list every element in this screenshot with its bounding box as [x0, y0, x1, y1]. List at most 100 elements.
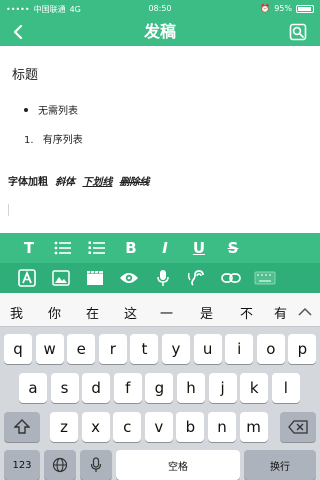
text-cursor	[8, 204, 9, 216]
candidate-char[interactable]: 你	[48, 303, 61, 322]
audio-icon	[188, 270, 204, 286]
key-p[interactable]: p	[288, 334, 317, 364]
system-keyboard: 我 你 在 这 一 是 不 有 q w e r t y u i o p a s d f g h j k l z x c v b n m 123 空格…	[0, 293, 320, 480]
candidate-char[interactable]: 一	[160, 303, 173, 322]
key-q[interactable]: q	[4, 334, 32, 364]
underline-icon: U	[192, 239, 206, 257]
key-i[interactable]: i	[225, 334, 254, 364]
key-y[interactable]: y	[162, 334, 190, 364]
battery-percent: 95%	[274, 4, 292, 13]
hide-keyboard-button[interactable]	[248, 263, 282, 293]
preview-button[interactable]	[288, 22, 308, 42]
font-button[interactable]	[10, 263, 44, 293]
image-icon	[52, 270, 70, 286]
key-h[interactable]: h	[177, 373, 205, 403]
keyboard-icon	[254, 271, 276, 285]
status-bar: ••••• 中国联通 4G 08:50 ⏰ 95%	[0, 0, 320, 18]
shift-icon	[14, 419, 30, 434]
unordered-list-button[interactable]	[46, 233, 80, 263]
strikethrough-icon: S	[227, 239, 239, 257]
space-key[interactable]: 空格	[116, 450, 240, 480]
backspace-icon	[288, 420, 308, 434]
key-z[interactable]: z	[50, 412, 78, 442]
audio-button[interactable]	[180, 263, 214, 293]
delete-key[interactable]	[280, 412, 316, 442]
unordered-list-icon	[54, 241, 71, 255]
key-u[interactable]: u	[193, 334, 222, 364]
globe-key[interactable]	[44, 450, 76, 480]
video-button[interactable]	[78, 263, 112, 293]
underline-button[interactable]: U	[182, 233, 216, 263]
candidate-char[interactable]: 是	[200, 303, 213, 322]
underline-text: 下划线	[82, 177, 113, 188]
unordered-list-text: 无需列表	[38, 106, 78, 117]
ordered-list-icon	[88, 241, 105, 254]
bold-button[interactable]: B	[114, 233, 148, 263]
candidate-char[interactable]: 在	[86, 303, 99, 322]
bullet-icon	[24, 107, 28, 112]
ordered-list-number: 1.	[24, 135, 34, 146]
key-n[interactable]: n	[208, 412, 236, 442]
video-icon	[87, 270, 103, 285]
key-o[interactable]: o	[256, 334, 285, 364]
link-icon	[221, 273, 241, 283]
key-e[interactable]: e	[67, 334, 96, 364]
key-s[interactable]: s	[50, 373, 79, 403]
candidate-char[interactable]: 我	[10, 303, 23, 322]
key-w[interactable]: w	[35, 334, 64, 364]
key-t[interactable]: t	[130, 334, 159, 364]
ordered-list-item: 1. 有序列表	[24, 131, 83, 146]
battery-icon	[296, 4, 314, 13]
candidate-char[interactable]: 这	[124, 303, 137, 322]
expand-candidates-button[interactable]	[298, 302, 312, 321]
key-a[interactable]: a	[19, 373, 47, 403]
italic-text: 斜体	[55, 177, 76, 188]
heading-button[interactable]: T	[12, 233, 46, 263]
key-d[interactable]: d	[82, 373, 111, 403]
key-j[interactable]: j	[208, 373, 237, 403]
microphone-button[interactable]	[146, 263, 180, 293]
heading-icon: T	[23, 239, 35, 257]
italic-icon: I	[162, 239, 168, 257]
nav-bar: 发稿	[0, 18, 320, 46]
rich-text-line: 字体加粗 斜体 下划线 删除线	[8, 173, 150, 188]
key-x[interactable]: x	[81, 412, 110, 442]
shift-key[interactable]	[4, 412, 40, 442]
candidate-bar: 我你在这一是不有	[0, 293, 320, 327]
key-g[interactable]: g	[145, 373, 174, 403]
key-f[interactable]: f	[113, 373, 142, 403]
preview-eye-button[interactable]	[112, 263, 146, 293]
key-m[interactable]: m	[239, 412, 268, 442]
ordered-list-button[interactable]	[80, 233, 114, 263]
strikethrough-button[interactable]: S	[216, 233, 250, 263]
candidate-char[interactable]: 不	[240, 303, 253, 322]
key-v[interactable]: v	[144, 412, 173, 442]
italic-button[interactable]: I	[148, 233, 182, 263]
format-toolbar: T B I U S	[0, 233, 320, 263]
key-c[interactable]: c	[113, 412, 142, 442]
bold-text: 字体加粗	[8, 177, 48, 188]
key-l[interactable]: l	[271, 373, 300, 403]
link-button[interactable]	[214, 263, 248, 293]
ordered-list-text: 有序列表	[42, 135, 83, 146]
key-b[interactable]: b	[176, 412, 205, 442]
unordered-list-item: 无需列表	[24, 102, 78, 117]
alarm-icon: ⏰	[260, 4, 271, 13]
globe-icon	[52, 457, 68, 473]
microphone-icon	[157, 270, 169, 286]
bold-icon: B	[125, 239, 137, 257]
editor-area[interactable]: 标题 无需列表 1. 有序列表 字体加粗 斜体 下划线 删除线	[0, 46, 320, 231]
page-title: 发稿	[143, 22, 176, 41]
key-r[interactable]: r	[98, 334, 127, 364]
font-icon	[18, 269, 36, 287]
preview-search-icon	[289, 23, 307, 41]
numbers-key[interactable]: 123	[4, 450, 40, 480]
dictation-key[interactable]	[80, 450, 112, 480]
return-key[interactable]: 换行	[244, 450, 316, 480]
chevron-up-icon	[298, 307, 312, 316]
key-k[interactable]: k	[240, 373, 269, 403]
image-button[interactable]	[44, 263, 78, 293]
strikethrough-text: 删除线	[119, 177, 150, 188]
candidate-char[interactable]: 有	[274, 303, 287, 322]
preview-eye-icon	[120, 273, 138, 283]
